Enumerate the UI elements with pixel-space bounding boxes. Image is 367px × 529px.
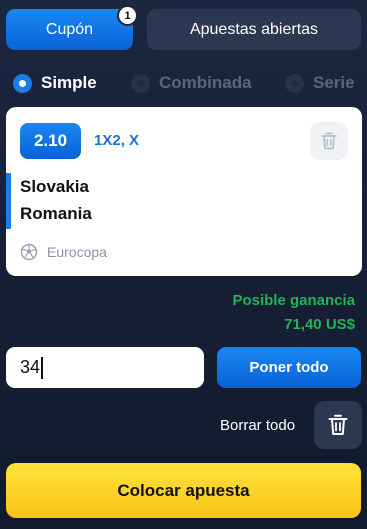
radio-unselected-icon [131, 73, 150, 93]
clear-all-button[interactable] [314, 401, 362, 449]
stake-value: 34 [20, 357, 41, 377]
clear-all-label[interactable]: Borrar todo [220, 417, 295, 434]
trash-icon [328, 414, 348, 435]
stake-input[interactable]: 34 [6, 347, 204, 388]
bet-type-simple[interactable]: Simple [13, 70, 97, 96]
bet-selection-card: 2.10 1X2, X Slovakia Romania Eurocopa [6, 107, 362, 276]
bet-type-simple-label: Simple [41, 73, 97, 92]
coupon-count-badge: 1 [117, 5, 138, 26]
team-away: Romania [20, 204, 92, 223]
odds-badge: 2.10 [20, 123, 81, 159]
possible-winnings-value: 71,40 US$ [284, 316, 355, 333]
max-stake-label: Poner todo [249, 359, 329, 376]
place-bet-button[interactable]: Colocar apuesta [6, 463, 361, 518]
tab-coupon[interactable]: Cupón [6, 9, 133, 50]
soccer-ball-icon [20, 243, 38, 261]
league-name: Eurocopa [47, 244, 107, 260]
tab-open-bets[interactable]: Apuestas abiertas [147, 9, 361, 50]
bet-type-serie[interactable]: Serie [285, 70, 355, 96]
market-label: 1X2, X [94, 132, 140, 149]
possible-winnings-label: Posible ganancia [232, 292, 355, 309]
league-row: Eurocopa [20, 243, 107, 261]
bet-type-combinada-label: Combinada [159, 73, 252, 92]
radio-selected-icon [13, 73, 32, 93]
remove-selection-button[interactable] [310, 122, 348, 160]
place-bet-label: Colocar apuesta [117, 480, 250, 500]
text-caret [41, 356, 43, 379]
tab-open-bets-label: Apuestas abiertas [189, 20, 319, 38]
team-home: Slovakia [20, 177, 89, 196]
card-accent-bar [6, 173, 11, 229]
bet-type-serie-label: Serie [313, 73, 355, 92]
bet-type-combinada[interactable]: Combinada [131, 70, 252, 96]
tab-coupon-label: Cupón [45, 20, 94, 38]
radio-unselected-icon [285, 73, 304, 93]
trash-icon [321, 132, 337, 150]
max-stake-button[interactable]: Poner todo [217, 347, 361, 388]
